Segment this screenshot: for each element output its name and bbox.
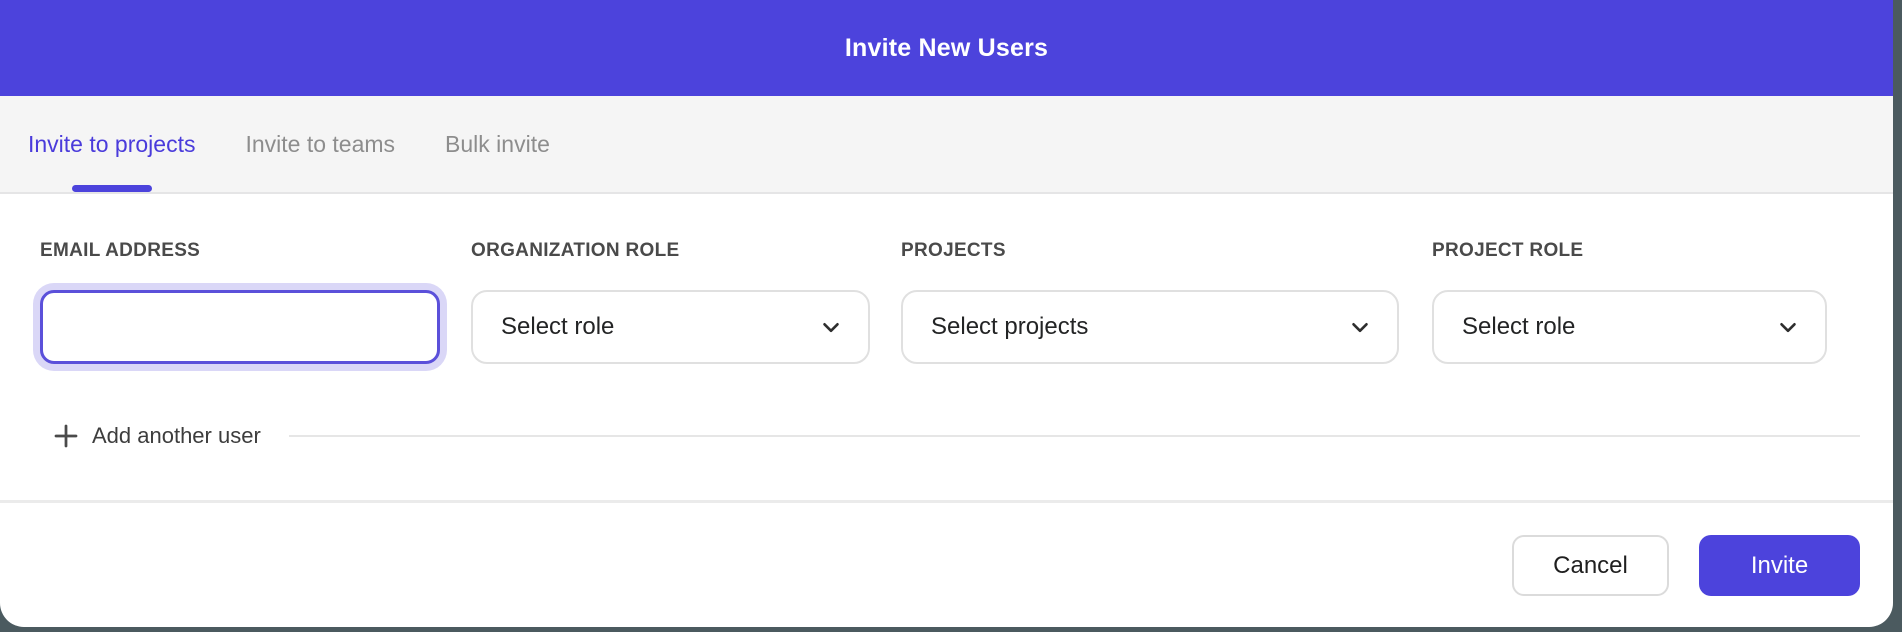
tab-label: Invite to projects <box>28 131 195 158</box>
invite-new-users-modal: Invite New Users Invite to projects Invi… <box>0 0 1893 627</box>
project-role-label: PROJECT ROLE <box>1432 240 1583 262</box>
chevron-down-icon <box>818 314 844 340</box>
add-user-row: Add another user <box>51 420 1860 452</box>
tab-invite-to-teams[interactable]: Invite to teams <box>245 96 395 192</box>
organization-role-label: ORGANIZATION ROLE <box>471 240 679 262</box>
tab-invite-to-projects[interactable]: Invite to projects <box>28 96 195 192</box>
chevron-down-icon <box>1347 314 1373 340</box>
footer-divider <box>0 500 1893 503</box>
tab-label: Invite to teams <box>245 131 395 158</box>
cancel-button[interactable]: Cancel <box>1512 535 1669 596</box>
select-value: Select projects <box>931 313 1088 341</box>
tab-bar: Invite to projects Invite to teams Bulk … <box>0 96 1893 194</box>
select-value: Select role <box>1462 313 1575 341</box>
email-address-label: EMAIL ADDRESS <box>40 240 200 262</box>
chevron-down-icon <box>1775 314 1801 340</box>
active-tab-underline <box>72 185 152 192</box>
projects-select[interactable]: Select projects <box>901 290 1399 364</box>
invite-button[interactable]: Invite <box>1699 535 1860 596</box>
projects-label: PROJECTS <box>901 240 1006 262</box>
tab-bulk-invite[interactable]: Bulk invite <box>445 96 550 192</box>
add-another-user-button[interactable]: Add another user <box>51 421 261 451</box>
modal-header: Invite New Users <box>0 0 1893 96</box>
select-value: Select role <box>501 313 614 341</box>
plus-icon <box>51 421 81 451</box>
project-role-select[interactable]: Select role <box>1432 290 1827 364</box>
email-input[interactable] <box>40 290 440 364</box>
page-backdrop: Invite New Users Invite to projects Invi… <box>0 0 1902 632</box>
add-another-user-label: Add another user <box>92 423 261 449</box>
row-divider <box>289 435 1860 437</box>
modal-title: Invite New Users <box>845 34 1048 63</box>
organization-role-select[interactable]: Select role <box>471 290 870 364</box>
tab-label: Bulk invite <box>445 131 550 158</box>
